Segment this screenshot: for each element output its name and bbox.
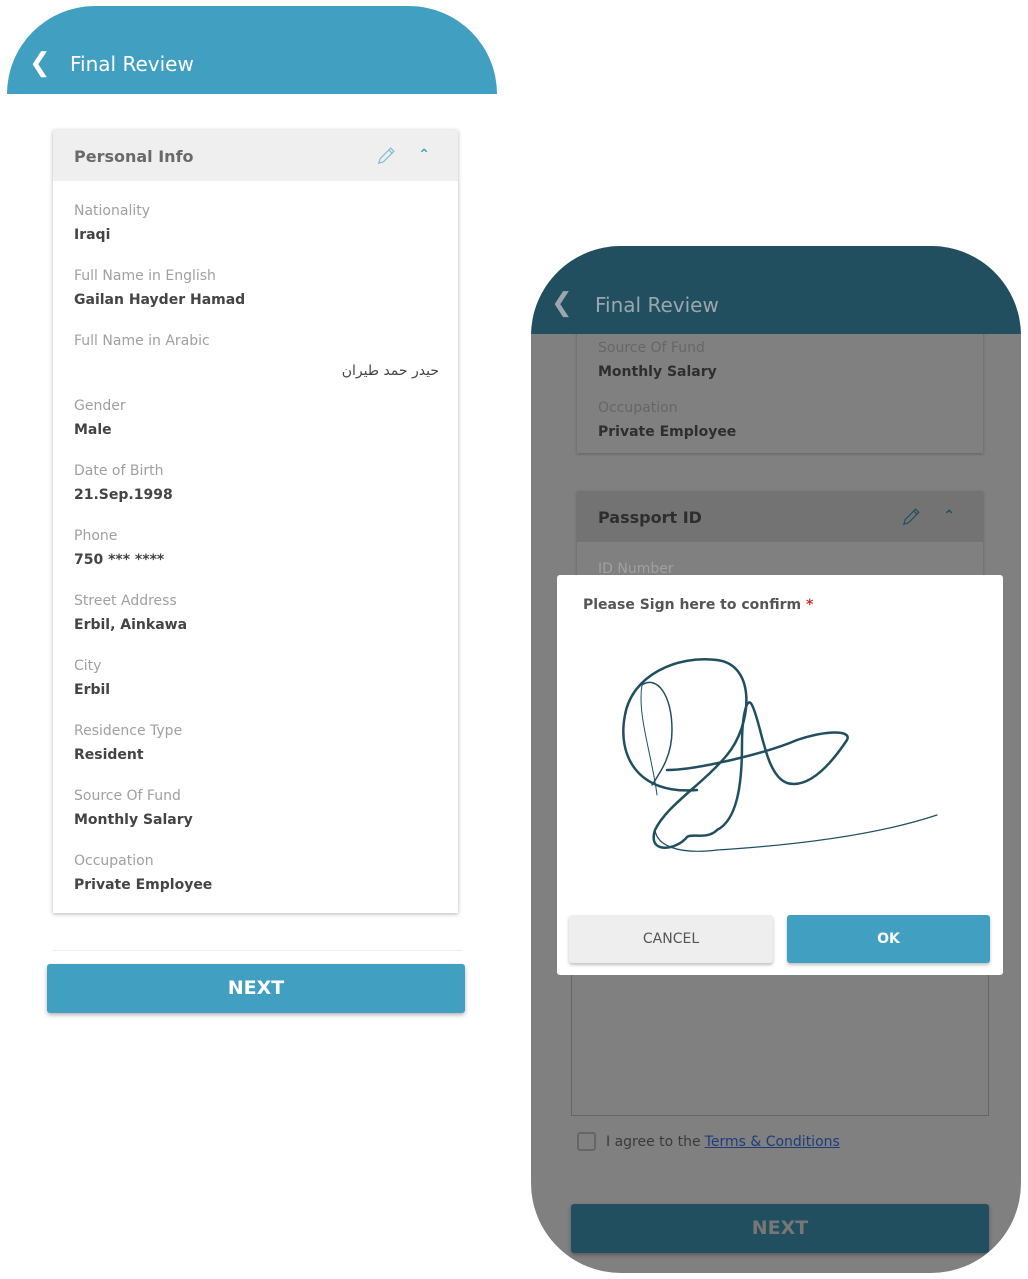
field: Source Of Fund Monthly Salary <box>74 788 439 828</box>
page-title: Final Review <box>70 52 194 76</box>
field-label: Street Address <box>74 593 177 609</box>
field-value: حيدر حمد طيران <box>341 363 439 379</box>
field-value: Monthly Salary <box>598 364 717 380</box>
app-header: ❮ Final Review <box>531 246 1021 334</box>
field: Full Name in Arabic حيدر حمد طيران <box>74 333 439 379</box>
chevron-up-icon[interactable]: ⌃ <box>943 508 955 524</box>
dialog-prompt: Please Sign here to confirm * <box>583 597 813 613</box>
field-value: Erbil, Ainkawa <box>74 617 188 633</box>
field: Occupation Private Employee <box>74 853 439 893</box>
field: Street Address Erbil, Ainkawa <box>74 593 439 633</box>
field: Gender Male <box>74 398 439 438</box>
required-mark: * <box>806 597 814 613</box>
field-label: Source Of Fund <box>598 340 705 356</box>
chevron-up-icon[interactable]: ⌃ <box>418 147 430 163</box>
field-value: Male <box>74 422 112 438</box>
field-label: Full Name in Arabic <box>74 333 210 349</box>
prompt-text: Please Sign here to confirm <box>583 597 802 613</box>
back-chevron-icon[interactable]: ❮ <box>29 50 51 76</box>
field-value: Erbil <box>74 682 111 698</box>
signature-area[interactable] <box>571 966 989 1116</box>
page-title: Final Review <box>595 293 719 317</box>
next-button[interactable]: NEXT <box>47 964 465 1013</box>
field: Residence Type Resident <box>74 723 439 763</box>
section-title: Personal Info <box>74 147 194 166</box>
review-screen: ❮ Final Review Personal Info ⌃ Nationali… <box>7 6 497 1106</box>
back-chevron-icon[interactable]: ❮ <box>551 290 573 316</box>
agree-text: I agree to the <box>606 1133 701 1150</box>
field: Source Of Fund Monthly Salary <box>598 340 963 380</box>
field: Full Name in English Gailan Hayder Hamad <box>74 268 439 308</box>
field-value: Resident <box>74 747 144 763</box>
signature-dialog: Please Sign here to confirm * CANCEL OK <box>557 575 1003 975</box>
field-value: Private Employee <box>74 877 213 893</box>
field-value: Monthly Salary <box>74 812 193 828</box>
cancel-button[interactable]: CANCEL <box>569 915 773 963</box>
pencil-icon[interactable] <box>376 144 398 166</box>
field-label: Phone <box>74 528 118 544</box>
field-value: Iraqi <box>74 227 111 243</box>
field-value: 750 *** **** <box>74 552 165 568</box>
field-label: Occupation <box>598 400 678 416</box>
field-label: Source Of Fund <box>74 788 181 804</box>
terms-agreement: I agree to the Terms & Conditions <box>577 1132 840 1151</box>
terms-link[interactable]: Terms & Conditions <box>705 1134 840 1150</box>
ok-button[interactable]: OK <box>787 915 990 963</box>
divider <box>52 950 462 951</box>
field-label: Occupation <box>74 853 154 869</box>
agree-checkbox[interactable] <box>577 1132 596 1151</box>
field-value: Gailan Hayder Hamad <box>74 292 246 308</box>
field-label: Date of Birth <box>74 463 164 479</box>
field: Phone 750 *** **** <box>74 528 439 568</box>
field-label: City <box>74 658 102 674</box>
field-value: 21.Sep.1998 <box>74 487 173 503</box>
field: Date of Birth 21.Sep.1998 <box>74 463 439 503</box>
field: Occupation Private Employee <box>598 400 963 440</box>
field: City Erbil <box>74 658 439 698</box>
field-value: Private Employee <box>598 424 737 440</box>
pencil-icon[interactable] <box>901 505 923 527</box>
field: Nationality Iraqi <box>74 203 439 243</box>
card-header[interactable]: Passport ID ⌃ <box>577 491 983 542</box>
field-label: Nationality <box>74 203 151 219</box>
card-header[interactable]: Personal Info ⌃ <box>53 130 458 181</box>
app-header: ❮ Final Review <box>7 6 497 94</box>
section-title: Passport ID <box>598 508 702 527</box>
field-label: Gender <box>74 398 126 414</box>
signature-drawing[interactable] <box>597 645 957 865</box>
personal-info-card: Personal Info ⌃ Nationality Iraqi Full Nam… <box>53 130 458 913</box>
field-label: Full Name in English <box>74 268 216 284</box>
field-label: Residence Type <box>74 723 183 739</box>
next-button[interactable]: NEXT <box>571 1204 989 1253</box>
